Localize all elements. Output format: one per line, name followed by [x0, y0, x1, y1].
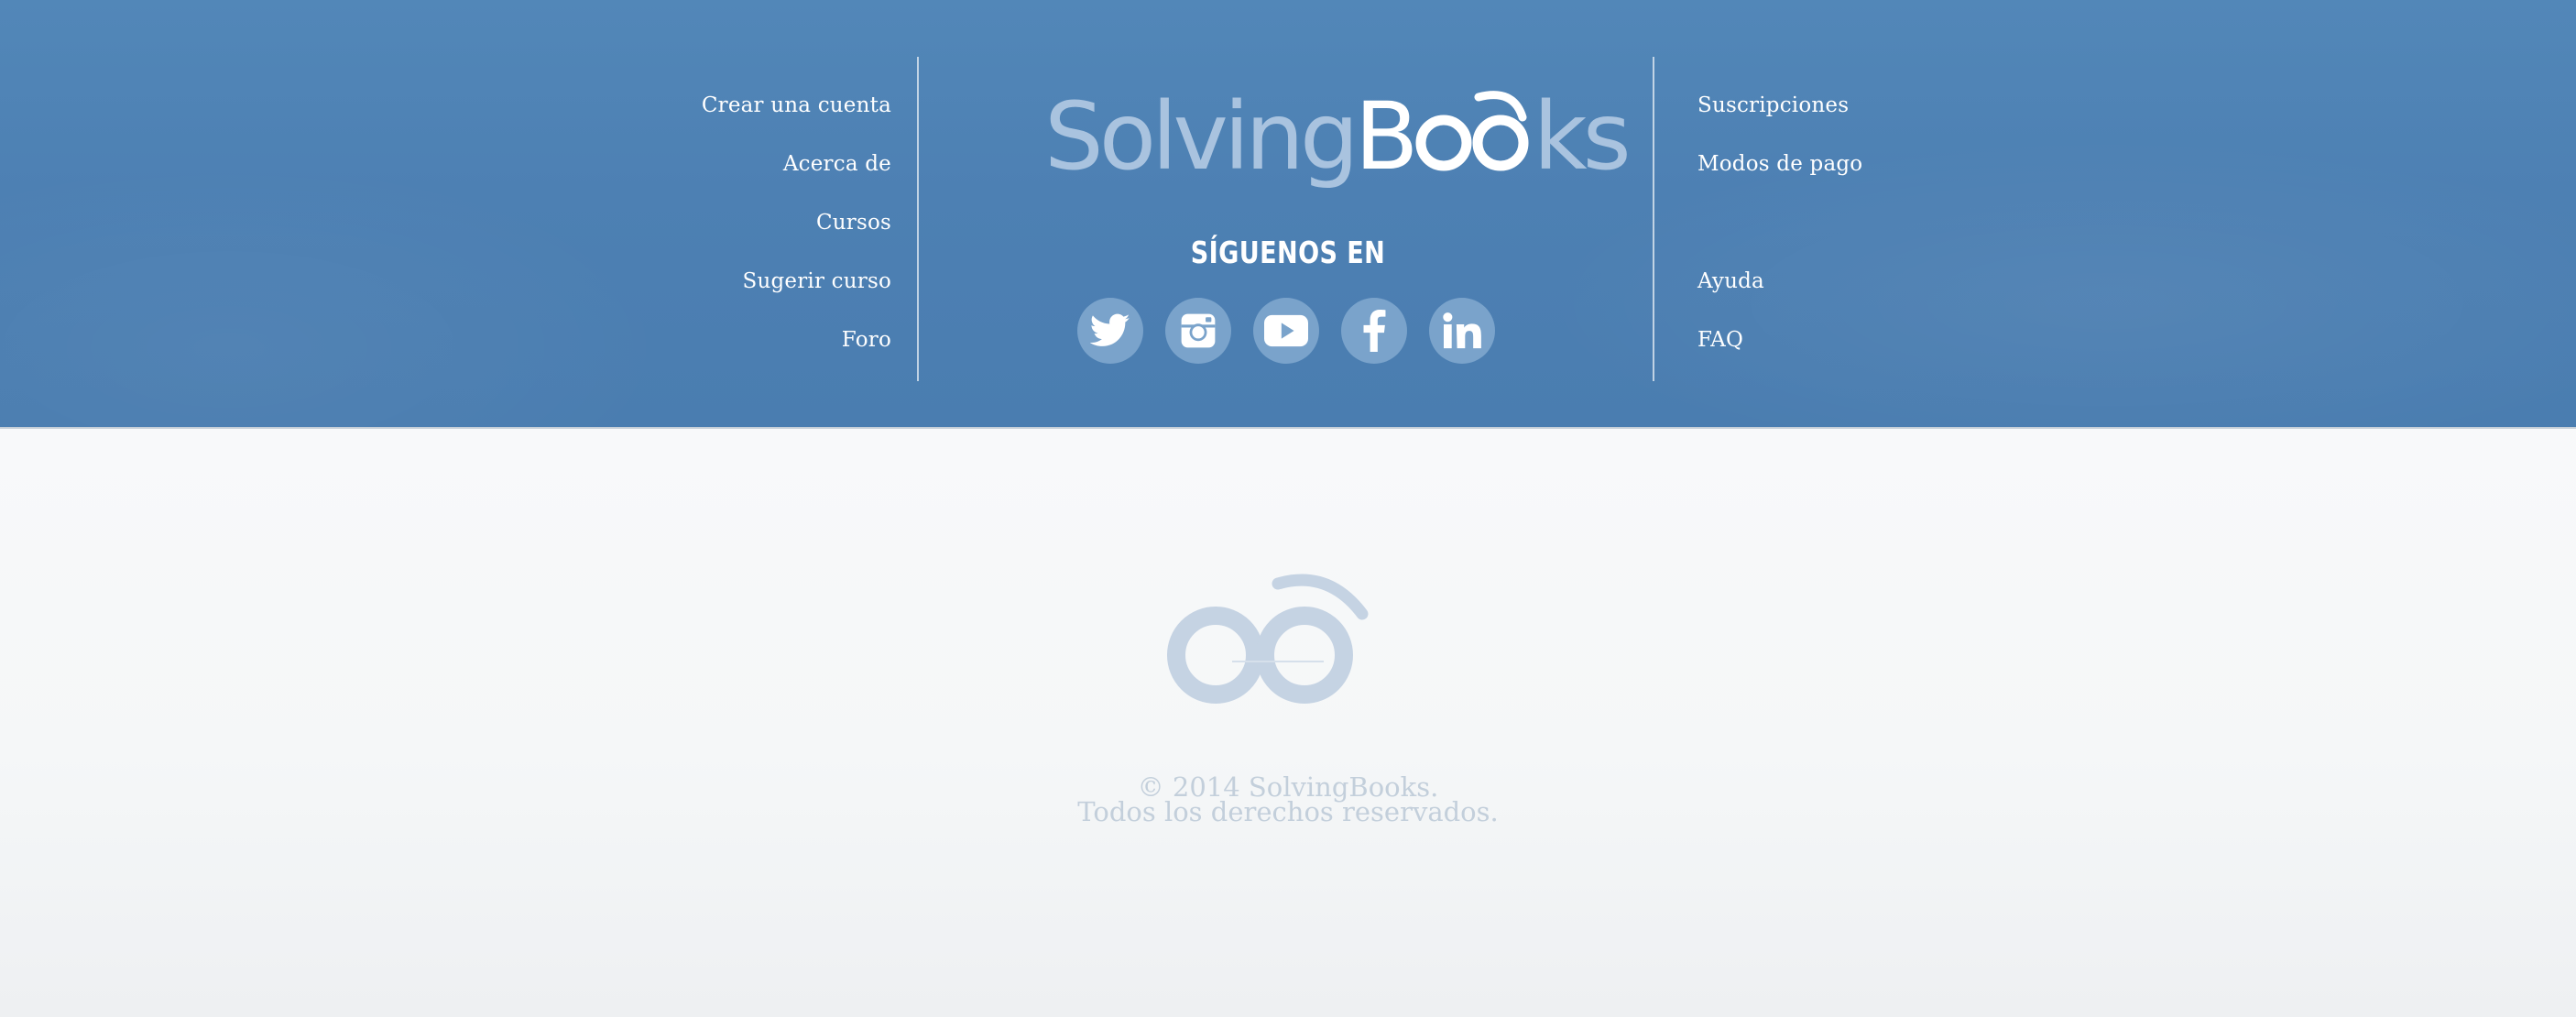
twitter-icon — [1090, 313, 1130, 346]
divider-right — [1653, 57, 1654, 381]
nav-link-sugerir-curso[interactable]: Sugerir curso — [743, 268, 892, 295]
page: Crear una cuenta Acerca de Cursos Sugeri… — [0, 0, 2576, 1017]
copyright-area — [0, 429, 2576, 1017]
logo-text-b: B — [1354, 82, 1419, 191]
youtube-icon — [1264, 314, 1308, 347]
nav-link-ayuda[interactable]: Ayuda — [1697, 268, 1764, 295]
glasses-logo-icon — [1415, 91, 1529, 171]
twitter-button[interactable] — [1077, 298, 1143, 364]
linkedin-button[interactable] — [1429, 298, 1495, 364]
copyright-line-2: Todos los derechos reservados. — [1077, 796, 1499, 827]
linkedin-icon — [1443, 312, 1481, 349]
copyright-text: © 2014 SolvingBooks. Todos los derechos … — [1013, 774, 1563, 827]
instagram-button[interactable] — [1165, 298, 1231, 364]
facebook-icon — [1363, 310, 1386, 352]
nav-link-foro[interactable]: Foro — [842, 326, 891, 354]
nav-link-suscripciones[interactable]: Suscripciones — [1697, 92, 1849, 119]
nav-link-modos-de-pago[interactable]: Modos de pago — [1697, 150, 1862, 178]
glasses-emblem-icon — [1167, 574, 1369, 704]
nav-link-cursos[interactable]: Cursos — [816, 209, 891, 236]
follow-us-label: SÍGUENOS EN — [1190, 235, 1386, 270]
nav-link-acerca-de[interactable]: Acerca de — [783, 150, 891, 178]
facebook-button[interactable] — [1341, 298, 1407, 364]
nav-link-crear-cuenta[interactable]: Crear una cuenta — [702, 92, 891, 119]
logo-text-ks: ks — [1533, 82, 1632, 191]
nav-link-faq[interactable]: FAQ — [1697, 326, 1743, 354]
instagram-icon — [1181, 313, 1216, 348]
divider-left — [917, 57, 919, 381]
logo-wordmark: SolvingB ks — [1044, 82, 1632, 192]
brand-logo[interactable]: SolvingB ks — [1008, 82, 1632, 211]
youtube-button[interactable] — [1253, 298, 1319, 364]
social-links — [1077, 298, 1499, 364]
logo-text-solving: Solving — [1044, 82, 1359, 191]
footer-band: Crear una cuenta Acerca de Cursos Sugeri… — [0, 0, 2576, 427]
